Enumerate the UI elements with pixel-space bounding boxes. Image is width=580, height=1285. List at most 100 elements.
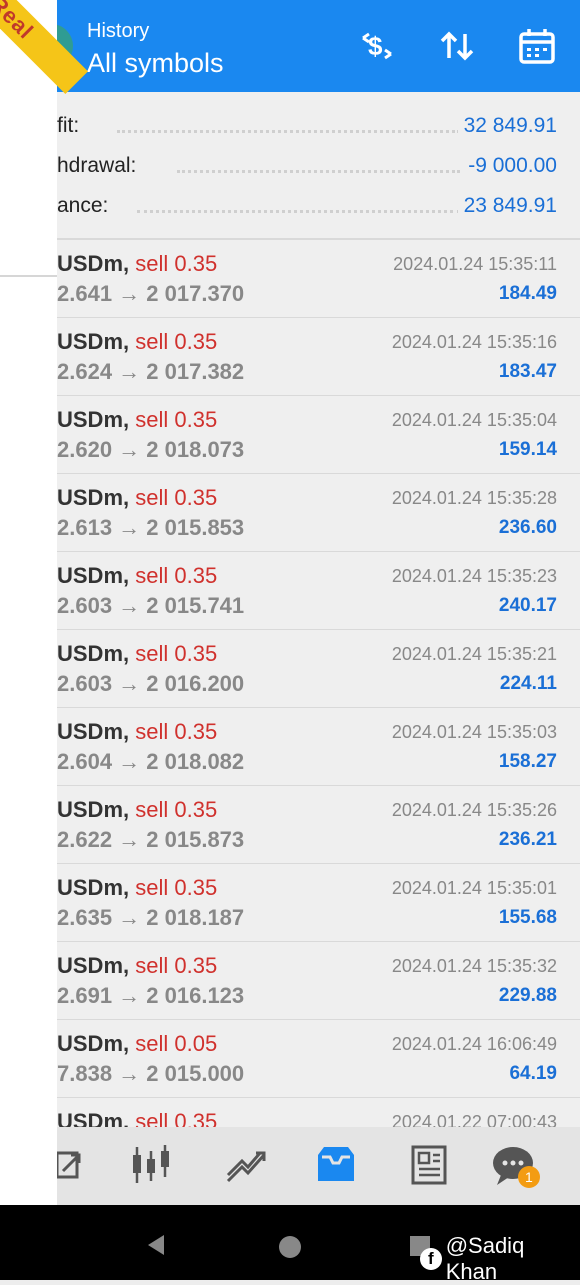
trade-symbol: USDm, sell 0.35 — [57, 875, 217, 901]
table-row[interactable]: USDm, sell 0.35 2.641 → 2 017.370 2024.01.… — [57, 240, 580, 318]
summary-label: hdrawal: — [57, 154, 143, 178]
bottom-tab-bar: 1 — [55, 1127, 580, 1205]
symbol-name: USDm, — [57, 641, 130, 666]
candlestick-chart-icon[interactable] — [127, 1141, 175, 1189]
table-row[interactable]: USDm, sell 0.35 2.624 → 2 017.382 2024.01.… — [57, 318, 580, 396]
trade-prices: 7.838 → 2 015.000 — [57, 1061, 245, 1086]
table-row[interactable]: USDm, sell 0.35 2.604 → 2 018.082 2024.01.… — [57, 708, 580, 786]
svg-text:$: $ — [368, 31, 383, 61]
trade-symbol: USDm, sell 0.35 — [57, 719, 217, 745]
trade-history-list: USDm, sell 0.35 2.641 → 2 017.370 2024.01.… — [57, 240, 580, 1176]
trade-side: sell 0.35 — [135, 719, 218, 744]
trade-time: 2024.01.24 15:35:26 — [391, 800, 557, 820]
table-row[interactable]: USDm, sell 0.35 2.603 → 2 015.741 2024.01.… — [57, 552, 580, 630]
header-title[interactable]: All symbols — [87, 48, 224, 79]
trade-prices: 2.635 → 2 018.187 — [57, 905, 245, 930]
trending-chart-icon[interactable] — [222, 1141, 270, 1189]
trade-profit: 183.47 — [498, 361, 557, 382]
news-icon[interactable] — [405, 1141, 453, 1189]
trade-side: sell 0.35 — [135, 797, 218, 822]
table-row[interactable]: USDm, sell 0.35 2.603 → 2 016.200 2024.01.… — [57, 630, 580, 708]
symbol-name: USDm, — [57, 1031, 130, 1056]
summary-profit: fit: 32 849.91 — [57, 108, 580, 148]
summary-value: -9 000.00 — [462, 154, 557, 178]
trade-symbol: USDm, sell 0.35 — [57, 407, 217, 433]
trade-time: 2024.01.24 15:35:21 — [391, 644, 557, 664]
trade-prices: 2.603 → 2 015.741 — [57, 593, 245, 618]
home-icon[interactable] — [279, 1236, 301, 1258]
dollar-swap-icon[interactable]: $ — [357, 26, 397, 66]
symbol-name: USDm, — [57, 329, 130, 354]
trade-prices: 2.620 → 2 018.073 — [57, 437, 245, 462]
symbol-name: USDm, — [57, 953, 130, 978]
trade-side: sell 0.35 — [135, 875, 218, 900]
trade-side: sell 0.35 — [135, 407, 218, 432]
trade-time: 2024.01.24 15:35:32 — [391, 956, 557, 976]
symbol-name: USDm, — [57, 485, 130, 510]
trade-side: sell 0.35 — [135, 641, 218, 666]
trade-profit: 224.11 — [499, 673, 557, 694]
trade-side: sell 0.35 — [135, 953, 218, 978]
trade-profit: 184.49 — [498, 283, 557, 304]
trade-profit: 155.68 — [498, 907, 557, 928]
trade-side: sell 0.05 — [135, 1031, 218, 1056]
trade-symbol: USDm, sell 0.35 — [57, 485, 217, 511]
trade-time: 2024.01.24 15:35:03 — [391, 722, 557, 742]
back-icon[interactable] — [144, 1233, 168, 1257]
watermark: f @Sadiq Khan — [420, 1233, 580, 1285]
leader-dots — [177, 170, 460, 173]
trade-prices: 2.603 → 2 016.200 — [57, 671, 245, 696]
trade-side: sell 0.35 — [135, 251, 218, 276]
table-row[interactable]: USDm, sell 0.35 2.613 → 2 015.853 2024.01.… — [57, 474, 580, 552]
leader-dots — [137, 210, 460, 213]
trade-time: 2024.01.24 15:35:11 — [393, 254, 557, 274]
left-overlay-strip — [0, 0, 57, 1205]
trade-time: 2024.01.24 15:35:04 — [391, 410, 557, 430]
table-row[interactable]: USDm, sell 0.35 2.691 → 2 016.123 2024.01.… — [57, 942, 580, 1020]
watermark-text: @Sadiq Khan — [445, 1233, 525, 1284]
history-screen: Real History All symbols $ fit: 32 849.9… — [0, 0, 580, 1205]
trade-time: 2024.01.24 15:35:28 — [391, 488, 557, 508]
table-row[interactable]: USDm, sell 0.05 7.838 → 2 015.000 2024.01.… — [57, 1020, 580, 1098]
table-row[interactable]: USDm, sell 0.35 2.622 → 2 015.873 2024.01.… — [57, 786, 580, 864]
trade-profit: 159.14 — [498, 439, 557, 460]
trade-profit: 64.19 — [509, 1063, 557, 1084]
summary-label: fit: — [57, 114, 86, 138]
trade-prices: 2.613 → 2 015.853 — [57, 515, 245, 540]
trade-time: 2024.01.24 15:35:01 — [391, 878, 557, 898]
system-nav-bar: f @Sadiq Khan — [0, 1205, 580, 1284]
sort-icon[interactable] — [437, 26, 477, 66]
facebook-icon: f — [420, 1248, 442, 1270]
trade-time: 2024.01.24 15:35:16 — [391, 332, 557, 352]
summary-balance: ance: 23 849.91 — [57, 188, 580, 228]
trade-symbol: USDm, sell 0.35 — [57, 251, 217, 277]
calendar-icon[interactable] — [517, 26, 557, 66]
symbol-name: USDm, — [57, 407, 130, 432]
summary-label: ance: — [57, 194, 115, 218]
app-header: History All symbols $ — [45, 0, 580, 92]
trade-symbol: USDm, sell 0.35 — [57, 797, 217, 823]
trade-side: sell 0.35 — [135, 329, 218, 354]
trade-profit: 158.27 — [498, 751, 557, 772]
trade-prices: 2.604 → 2 018.082 — [57, 749, 245, 774]
history-inbox-icon[interactable] — [312, 1141, 360, 1189]
symbol-name: USDm, — [57, 875, 130, 900]
trade-symbol: USDm, sell 0.35 — [57, 641, 217, 667]
table-row[interactable]: USDm, sell 0.35 2.635 → 2 018.187 2024.01.… — [57, 864, 580, 942]
trade-profit: 229.88 — [498, 985, 557, 1006]
chat-icon[interactable]: 1 — [489, 1141, 549, 1189]
trade-symbol: USDm, sell 0.05 — [57, 1031, 217, 1057]
symbol-name: USDm, — [57, 563, 130, 588]
trade-symbol: USDm, sell 0.35 — [57, 953, 217, 979]
divider — [0, 275, 57, 277]
trade-time: 2024.01.24 15:35:23 — [391, 566, 557, 586]
trade-prices: 2.624 → 2 017.382 — [57, 359, 245, 384]
summary-withdrawal: hdrawal: -9 000.00 — [57, 148, 580, 188]
trade-side: sell 0.35 — [135, 485, 218, 510]
trade-prices: 2.691 → 2 016.123 — [57, 983, 245, 1008]
trade-symbol: USDm, sell 0.35 — [57, 563, 217, 589]
leader-dots — [117, 130, 460, 133]
table-row[interactable]: USDm, sell 0.35 2.620 → 2 018.073 2024.01.… — [57, 396, 580, 474]
trade-side: sell 0.35 — [135, 563, 218, 588]
summary-value: 23 849.91 — [457, 194, 557, 218]
